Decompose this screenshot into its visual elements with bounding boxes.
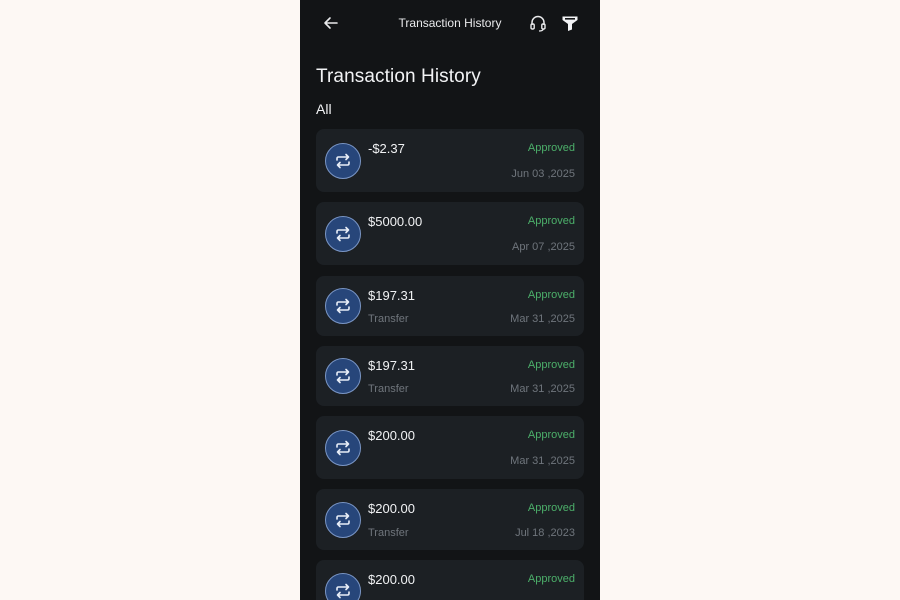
transaction-date: Mar 31 ,2025 <box>510 455 575 467</box>
top-bar: Transaction History <box>300 0 600 46</box>
transaction-date: Jul 18 ,2023 <box>515 527 575 539</box>
support-button[interactable] <box>528 13 548 33</box>
transaction-date: Jun 03 ,2025 <box>511 168 575 180</box>
transaction-item[interactable]: $197.31 Transfer Approved Mar 31 ,2025 <box>316 276 584 336</box>
transaction-status: Approved <box>527 502 575 514</box>
transaction-date: Mar 31 ,2025 <box>510 383 575 395</box>
transaction-status: Approved <box>527 215 575 227</box>
filter-button[interactable] <box>560 13 580 33</box>
transfer-arrows-icon <box>336 583 350 599</box>
transaction-description: Transfer <box>368 313 409 325</box>
phone-screen: Transaction History Transaction History … <box>300 0 600 600</box>
transaction-description: Transfer <box>368 383 409 395</box>
transaction-status: Approved <box>527 359 575 371</box>
transaction-amount: $197.31 <box>368 358 415 373</box>
transfer-arrows-icon <box>336 368 350 384</box>
transaction-status: Approved <box>527 573 575 585</box>
transaction-status: Approved <box>527 142 575 154</box>
transaction-item[interactable]: $200.00 Approved Mar 31 ,2025 <box>316 416 584 479</box>
transaction-amount: $197.31 <box>368 288 415 303</box>
transaction-date: Mar 31 ,2025 <box>510 313 575 325</box>
transaction-icon-circle <box>325 430 361 466</box>
transaction-amount: $200.00 <box>368 428 415 443</box>
transaction-icon-circle <box>325 358 361 394</box>
nav-title: Transaction History <box>398 16 502 30</box>
filter-all-tab[interactable]: All <box>316 101 332 117</box>
transaction-item[interactable]: $200.00 Transfer Approved Jul 18 ,2023 <box>316 489 584 550</box>
transfer-arrows-icon <box>336 153 350 169</box>
transaction-status: Approved <box>527 289 575 301</box>
transaction-item[interactable]: $200.00 Approved <box>316 560 584 600</box>
transfer-arrows-icon <box>336 298 350 314</box>
transaction-amount: $5000.00 <box>368 214 423 229</box>
transaction-description: Transfer <box>368 527 409 539</box>
transaction-item[interactable]: -$2.37 Approved Jun 03 ,2025 <box>316 129 584 192</box>
transfer-arrows-icon <box>336 512 350 528</box>
page-title: Transaction History <box>316 66 481 87</box>
transaction-item[interactable]: $197.31 Transfer Approved Mar 31 ,2025 <box>316 346 584 406</box>
transaction-status: Approved <box>527 429 575 441</box>
transaction-icon-circle <box>325 216 361 252</box>
transaction-amount: $200.00 <box>368 572 415 587</box>
transfer-arrows-icon <box>336 440 350 456</box>
filter-icon <box>562 16 578 31</box>
back-button[interactable] <box>320 12 342 34</box>
transaction-icon-circle <box>325 502 361 538</box>
transaction-amount: -$2.37 <box>368 141 405 156</box>
transaction-date: Apr 07 ,2025 <box>512 241 575 253</box>
transfer-arrows-icon <box>336 226 350 242</box>
transaction-icon-circle <box>325 573 361 600</box>
transaction-item[interactable]: $5000.00 Approved Apr 07 ,2025 <box>316 202 584 265</box>
transaction-icon-circle <box>325 143 361 179</box>
transaction-icon-circle <box>325 288 361 324</box>
headset-icon <box>530 15 546 32</box>
transaction-amount: $200.00 <box>368 501 415 516</box>
arrow-left-icon <box>324 17 338 29</box>
